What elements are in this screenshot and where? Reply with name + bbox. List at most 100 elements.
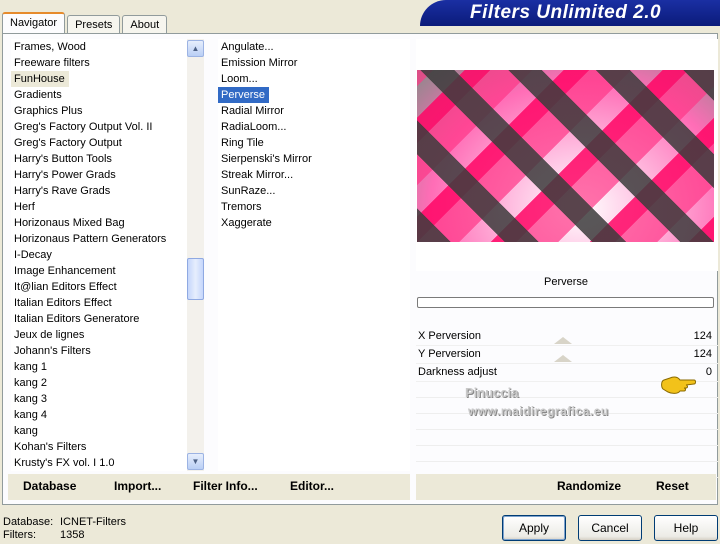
progress-bar [417,297,714,308]
filters-label: Filters: [3,529,36,541]
slider-marker-icon[interactable] [554,355,572,362]
category-item-label: Harry's Rave Grads [14,185,111,197]
filter-item-label: Sierpenski's Mirror [221,153,312,165]
category-item[interactable]: Johann's Filters [11,343,187,359]
parameter-panel: X Perversion 124 Y Perversion 124 Darkne… [416,328,718,478]
category-item-label: kang [14,425,38,437]
scroll-up-arrow-icon[interactable]: ▲ [187,40,204,57]
filter-item[interactable]: Angulate... [218,39,410,55]
filter-item-label: Emission Mirror [221,57,298,69]
category-item-label: Greg's Factory Output Vol. II [14,121,153,133]
scroll-down-arrow-icon[interactable]: ▼ [187,453,204,470]
filter-item[interactable]: RadiaLoom... [218,119,410,135]
param-name: Y Perversion [418,348,481,360]
category-item-label: Italian Editors Effect [14,297,112,309]
category-item[interactable]: Greg's Factory Output Vol. II [11,119,187,135]
category-item[interactable]: Harry's Button Tools [11,151,187,167]
preview-bottom-bar: Randomize Reset [416,474,716,500]
import-link[interactable]: Import... [114,479,161,493]
filter-item-label: Tremors [221,201,262,213]
category-item[interactable]: Horizonaus Mixed Bag [11,215,187,231]
category-item-label: Herf [14,201,35,213]
filter-name-label: Perverse [543,276,589,288]
filter-item[interactable]: SunRaze... [218,183,410,199]
filter-list[interactable]: Angulate... Emission Mirror Loom... Pervers… [218,39,410,471]
watermark-signature: Pinuccia [465,385,519,400]
category-list[interactable]: Frames, Wood Freeware filters FunHouse Grad… [11,39,187,471]
filter-item[interactable]: Ring Tile [218,135,410,151]
filter-item[interactable]: Xaggerate [218,215,410,231]
filter-item[interactable]: Tremors [218,199,410,215]
reset-link[interactable]: Reset [656,479,689,493]
category-item[interactable]: Greg's Factory Output [11,135,187,151]
category-item[interactable]: kang 3 [11,391,187,407]
filter-item-label: Angulate... [221,41,274,53]
filter-item[interactable]: Radial Mirror [218,103,410,119]
tab-presets[interactable]: Presets [67,15,121,33]
filter-item[interactable]: Loom... [218,71,410,87]
category-item[interactable]: Italian Editors Generatore [11,311,187,327]
category-item-label: Harry's Power Grads [14,169,116,181]
category-item[interactable]: Freeware filters [11,55,187,71]
cancel-button[interactable]: Cancel [578,515,642,541]
category-item[interactable]: Horizonaus Pattern Generators [11,231,187,247]
filter-item-label: Ring Tile [221,137,264,149]
category-item-label: Krusty's FX vol. I 1.0 [14,457,115,469]
category-item[interactable]: kang 2 [11,375,187,391]
filter-item-label: Streak Mirror... [221,169,294,181]
category-item[interactable]: Harry's Rave Grads [11,183,187,199]
navigator-bottom-bar: Database Import... Filter Info... Editor… [8,474,410,500]
category-item[interactable]: It@lian Editors Effect [11,279,187,295]
param-name: Darkness adjust [418,366,497,378]
category-item[interactable]: Gradients [11,87,187,103]
filter-item[interactable]: Sierpenski's Mirror [218,151,410,167]
param-value: 0 [705,366,712,378]
category-item-label: I-Decay [14,249,52,261]
param-y-perversion[interactable]: Y Perversion 124 [416,346,718,364]
database-link[interactable]: Database [23,479,76,493]
category-item[interactable]: Jeux de lignes [11,327,187,343]
param-x-perversion[interactable]: X Perversion 124 [416,328,718,346]
category-item[interactable]: Frames, Wood [11,39,187,55]
scroll-thumb[interactable] [187,258,204,300]
category-item-label: Kohan's Filters [14,441,87,453]
category-item-label: Greg's Factory Output [14,137,122,149]
tab-navigator[interactable]: Navigator [2,12,66,33]
category-item[interactable]: Italian Editors Effect [11,295,187,311]
category-item-label: kang 3 [14,393,48,405]
filter-info-link[interactable]: Filter Info... [193,479,258,493]
category-item-label: Image Enhancement [14,265,116,277]
category-item[interactable]: kang [11,423,187,439]
editor-link[interactable]: Editor... [290,479,334,493]
empty-param-row [416,430,718,446]
category-item[interactable]: kang 4 [11,407,187,423]
filter-item-label: Loom... [221,73,258,85]
filter-item[interactable]: Perverse [218,87,410,103]
category-scrollbar[interactable]: ▲ ▼ [187,39,204,471]
category-item-label: kang 2 [14,377,48,389]
category-item-label: Horizonaus Mixed Bag [14,217,125,229]
help-button[interactable]: Help [654,515,718,541]
filter-item[interactable]: Streak Mirror... [218,167,410,183]
filter-item-label: Xaggerate [221,217,272,229]
tab-about[interactable]: About [122,15,168,33]
category-item[interactable]: Graphics Plus [11,103,187,119]
category-item[interactable]: FunHouse [11,71,187,87]
category-item[interactable]: Image Enhancement [11,263,187,279]
category-item-label: It@lian Editors Effect [14,281,117,293]
category-item[interactable]: I-Decay [11,247,187,263]
category-item[interactable]: Harry's Power Grads [11,167,187,183]
filter-item[interactable]: Emission Mirror [218,55,410,71]
category-item[interactable]: Herf [11,199,187,215]
randomize-link[interactable]: Randomize [557,479,621,493]
slider-marker-icon[interactable] [554,337,572,344]
category-item[interactable]: Krusty's FX vol. I 1.0 [11,455,187,471]
category-item-label: Harry's Button Tools [14,153,112,165]
category-item[interactable]: kang 1 [11,359,187,375]
param-value: 124 [693,330,712,342]
watermark-url: www.maidiregrafica.eu [468,404,609,418]
apply-button[interactable]: Apply [502,515,566,541]
category-item-label: Gradients [14,89,62,101]
category-item[interactable]: Kohan's Filters [11,439,187,455]
filter-item-label: RadiaLoom... [221,121,287,133]
